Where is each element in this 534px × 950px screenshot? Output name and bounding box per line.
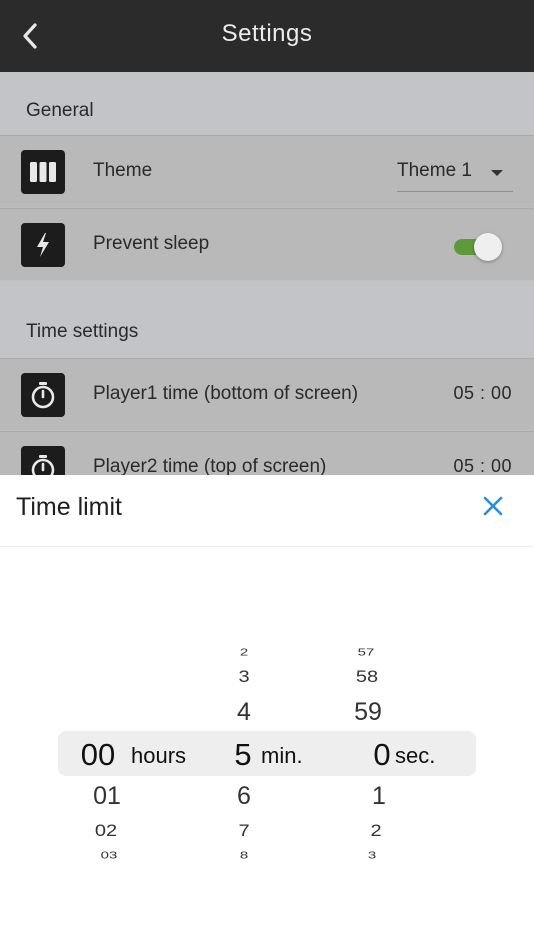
sheet-header: Time limit — [0, 475, 534, 547]
caret-down-icon — [491, 170, 503, 176]
minutes-unit: min. — [261, 743, 303, 768]
page-title: Settings — [221, 20, 313, 47]
section-time-settings-label: Time settings — [26, 321, 139, 342]
seconds-selected: 0 — [373, 737, 391, 772]
hours-option: 01 — [93, 782, 121, 810]
hours-option: 02 — [94, 821, 118, 841]
seconds-option: 3 — [367, 849, 377, 862]
sheet-title: Time limit — [16, 493, 123, 521]
app-header: Settings — [0, 0, 534, 72]
settings-list: General Theme Theme 1 Prevent sleep Time… — [0, 72, 534, 475]
prevent-sleep-row: Prevent sleep — [0, 208, 534, 280]
hours-selected: 00 — [80, 737, 116, 772]
minutes-option: 4 — [237, 698, 251, 726]
player2-time-row[interactable]: Player2 time (top of screen) 05 : 00 — [0, 431, 534, 475]
section-general: General — [0, 72, 534, 135]
seconds-option: 57 — [357, 646, 375, 659]
theme-select-value: Theme 1 — [397, 160, 472, 181]
section-general-label: General — [26, 100, 94, 121]
stopwatch-icon — [21, 373, 65, 417]
close-icon — [483, 496, 503, 516]
theme-select[interactable]: Theme 1 — [397, 158, 513, 192]
hours-unit: hours — [131, 743, 187, 768]
prevent-sleep-label: Prevent sleep — [93, 233, 210, 254]
player1-time-row[interactable]: Player1 time (bottom of screen) 05 : 00 — [0, 358, 534, 430]
time-limit-sheet: Time limit 00 hours 01 02 03 2 3 4 5 min… — [0, 475, 534, 950]
seconds-unit: sec. — [395, 743, 436, 768]
theme-label: Theme — [93, 160, 153, 181]
player2-time-label: Player2 time (top of screen) — [93, 456, 327, 475]
toggle-knob — [474, 233, 502, 261]
seconds-option: 1 — [372, 782, 386, 810]
minutes-option: 7 — [238, 821, 250, 841]
close-button[interactable] — [478, 491, 508, 521]
theme-row[interactable]: Theme Theme 1 — [0, 135, 534, 207]
minutes-option: 2 — [239, 646, 249, 659]
hours-option: 03 — [100, 849, 118, 862]
section-time-settings: Time settings — [0, 281, 534, 358]
seconds-option: 59 — [354, 698, 382, 726]
prevent-sleep-toggle[interactable] — [454, 233, 502, 261]
player1-time-label: Player1 time (bottom of screen) — [93, 383, 359, 404]
minutes-option: 8 — [239, 849, 249, 862]
player1-time-value: 05 : 00 — [453, 383, 512, 403]
minutes-selected: 5 — [234, 737, 252, 772]
minutes-option: 6 — [237, 782, 251, 810]
theme-columns-icon — [21, 150, 65, 194]
seconds-option: 58 — [355, 667, 379, 687]
seconds-option: 2 — [370, 821, 382, 841]
lightning-icon — [21, 223, 65, 267]
stopwatch-icon — [21, 446, 65, 475]
minutes-option: 3 — [238, 667, 250, 687]
player2-time-value: 05 : 00 — [453, 456, 512, 475]
